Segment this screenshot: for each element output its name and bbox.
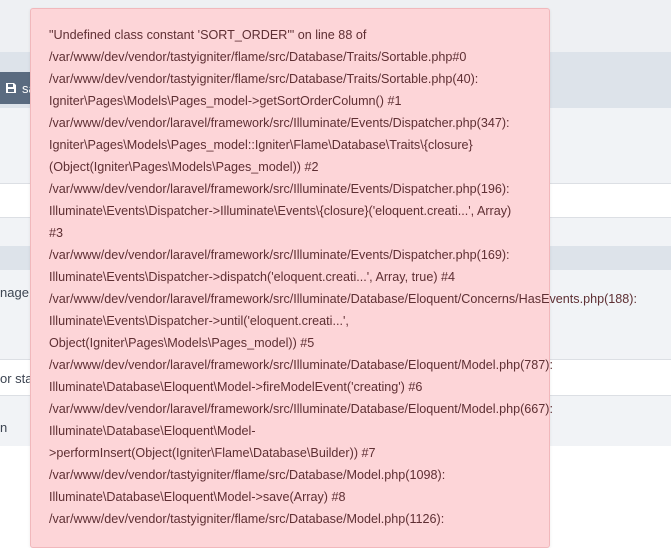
error-line: Illuminate\Database\Eloquent\Model- <box>49 424 256 438</box>
error-line: Illuminate\Events\Dispatcher->Illuminate… <box>49 204 512 218</box>
error-line: Igniter\Pages\Models\Pages_model->getSor… <box>49 94 402 108</box>
error-line: /var/www/dev/vendor/tastyigniter/flame/s… <box>49 468 446 482</box>
save-icon <box>0 82 22 94</box>
error-line: /var/www/dev/vendor/tastyigniter/flame/s… <box>49 512 445 526</box>
error-line: /var/www/dev/vendor/laravel/framework/sr… <box>49 248 510 262</box>
error-line: /var/www/dev/vendor/laravel/framework/sr… <box>49 182 510 196</box>
error-line: Igniter\Pages\Models\Pages_model::Ignite… <box>49 138 473 152</box>
error-line: /var/www/dev/vendor/tastyigniter/flame/s… <box>49 50 467 64</box>
error-line: >performInsert(Object(Igniter\Flame\Data… <box>49 446 376 460</box>
field-label: nage <box>0 285 29 300</box>
error-line: /var/www/dev/vendor/laravel/framework/sr… <box>49 116 510 130</box>
error-line: (Object(Igniter\Pages\Models\Pages_model… <box>49 160 319 174</box>
field-label: n <box>0 420 8 435</box>
error-line: "Undefined class constant 'SORT_ORDER'" … <box>49 28 367 42</box>
field-value: or sta <box>0 371 33 386</box>
error-line: #3 <box>49 226 64 240</box>
error-line: Illuminate\Database\Eloquent\Model->fire… <box>49 380 423 394</box>
error-line: /var/www/dev/vendor/laravel/framework/sr… <box>49 292 637 306</box>
error-line: Illuminate\Database\Eloquent\Model->save… <box>49 490 346 504</box>
error-line: /var/www/dev/vendor/laravel/framework/sr… <box>49 402 553 416</box>
error-line: Illuminate\Events\Dispatcher->until('elo… <box>49 314 349 328</box>
error-line: /var/www/dev/vendor/tastyigniter/flame/s… <box>49 72 479 86</box>
error-line: Illuminate\Events\Dispatcher->dispatch('… <box>49 270 456 284</box>
error-line: /var/www/dev/vendor/laravel/framework/sr… <box>49 358 553 372</box>
error-alert: "Undefined class constant 'SORT_ORDER'" … <box>30 8 637 548</box>
error-line: Object(Igniter\Pages\Models\Pages_model)… <box>49 336 315 350</box>
